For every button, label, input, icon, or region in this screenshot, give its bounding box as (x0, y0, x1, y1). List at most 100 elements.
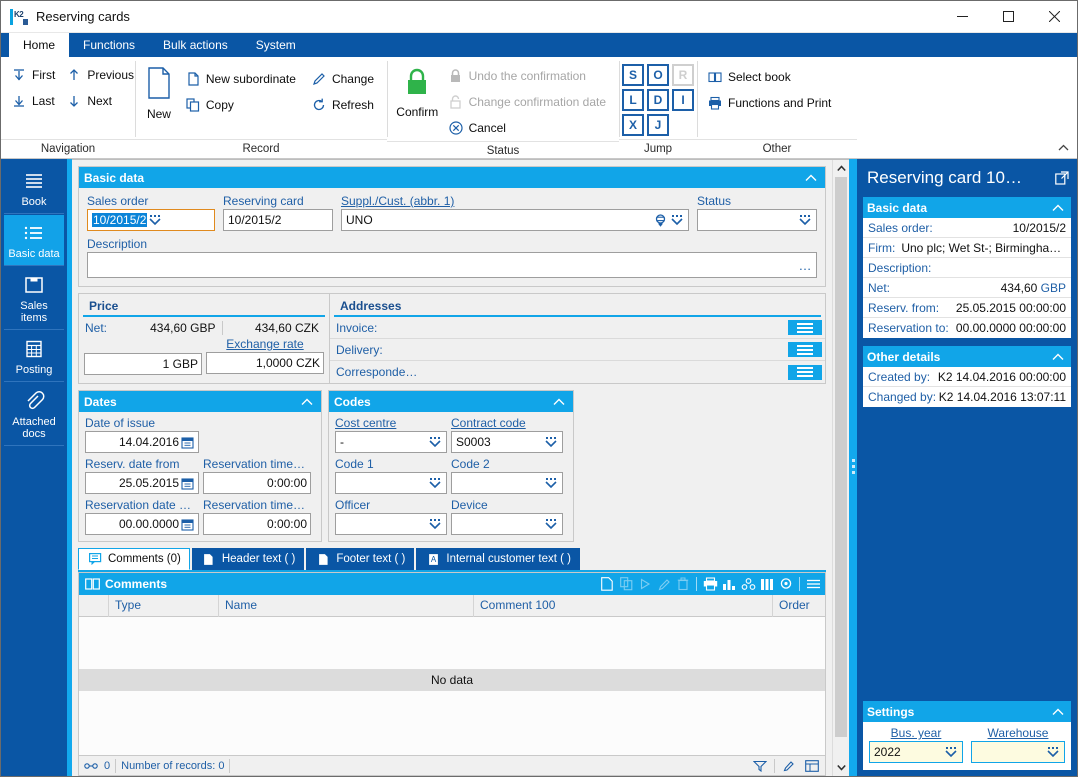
chevron-down-icon[interactable] (1045, 744, 1061, 760)
bus-year-input[interactable]: 2022 (869, 741, 963, 763)
tab-footer-text[interactable]: Footer text ( ) (306, 548, 415, 570)
exchange-rate-input[interactable]: 1,0000 CZK (206, 352, 324, 374)
sidebar-item-basic-data[interactable]: Basic data (4, 215, 64, 266)
first-button[interactable]: First (8, 62, 61, 88)
right-basic-data-header[interactable]: Basic data (863, 197, 1071, 218)
column-header-order[interactable]: Order (773, 595, 825, 617)
device-input[interactable] (451, 513, 563, 535)
code2-input[interactable] (451, 472, 563, 494)
new-subordinate-button[interactable]: New subordinate (182, 66, 302, 92)
ribbon-collapse-button[interactable] (1055, 140, 1071, 156)
cost-centre-input[interactable]: - (335, 431, 447, 453)
cancel-button[interactable]: Cancel (445, 115, 612, 141)
comments-grid-body[interactable]: No data (79, 617, 825, 755)
ribbon-tab-system[interactable]: System (242, 33, 310, 57)
chevron-down-icon[interactable] (427, 434, 443, 450)
scroll-thumb[interactable] (835, 177, 847, 737)
menu-icon[interactable] (804, 575, 822, 593)
previous-button[interactable]: Previous (63, 62, 140, 88)
reservation-time-from-input[interactable]: 0:00:00 (203, 472, 311, 494)
maximize-button[interactable] (985, 1, 1031, 33)
next-button[interactable]: Next (63, 88, 140, 114)
chevron-up-icon[interactable] (550, 393, 568, 411)
supplier-input[interactable]: UNO (341, 209, 689, 231)
sidebar-item-book[interactable]: Book (4, 163, 64, 214)
calendar-icon[interactable] (179, 434, 195, 450)
change-button[interactable]: Change (308, 66, 380, 92)
status-input[interactable] (697, 209, 817, 231)
scroll-track[interactable] (833, 177, 849, 759)
jump-button-j[interactable]: J (647, 114, 669, 136)
date-of-issue-input[interactable]: 14.04.2016 (85, 431, 199, 453)
calendar-icon[interactable] (179, 516, 195, 532)
new-record-icon[interactable] (598, 575, 616, 593)
chevron-down-icon[interactable] (543, 516, 559, 532)
chevron-down-icon[interactable] (427, 475, 443, 491)
undo-confirmation-button[interactable]: Undo the confirmation (445, 63, 612, 89)
chevron-up-icon[interactable] (1049, 199, 1067, 217)
warehouse-input[interactable] (971, 741, 1065, 763)
jump-button-r[interactable]: R (672, 64, 694, 86)
scroll-up-button[interactable] (833, 160, 849, 177)
jump-button-d[interactable]: D (647, 89, 669, 111)
chevron-down-icon[interactable] (147, 212, 163, 228)
right-splitter[interactable] (849, 159, 857, 776)
column-header-comment-100[interactable]: Comment 100 (474, 594, 773, 617)
column-header-type[interactable]: Type (109, 594, 219, 617)
scroll-down-button[interactable] (833, 759, 849, 776)
chevron-up-icon[interactable] (298, 393, 316, 411)
last-button[interactable]: Last (8, 88, 61, 114)
right-settings-header[interactable]: Settings (863, 701, 1071, 722)
reserv-date-from-input[interactable]: 25.05.2015 (85, 472, 199, 494)
columns-icon[interactable] (758, 575, 776, 593)
print-icon[interactable] (701, 575, 719, 593)
delete-icon[interactable] (674, 575, 692, 593)
address-delivery-button[interactable] (788, 342, 822, 357)
jump-button-x[interactable]: X (622, 114, 644, 136)
filter-icon[interactable] (751, 757, 769, 775)
ribbon-tab-home[interactable]: Home (9, 33, 70, 57)
jump-button-l[interactable]: L (622, 89, 644, 111)
tab-comments[interactable]: Comments (0) (78, 548, 190, 570)
officer-input[interactable] (335, 513, 447, 535)
select-book-button[interactable]: Select book (704, 64, 837, 90)
price-amount-input[interactable]: 1 GBP (84, 353, 202, 375)
open-external-icon[interactable] (1053, 169, 1071, 187)
chevron-down-icon[interactable] (669, 212, 685, 228)
reservation-time-to-input[interactable]: 0:00:00 (203, 513, 311, 535)
run-icon[interactable] (636, 575, 654, 593)
calendar-icon[interactable] (179, 475, 195, 491)
column-header-name[interactable]: Name (219, 594, 474, 617)
refresh-button[interactable]: Refresh (308, 92, 380, 118)
chart-icon[interactable] (720, 575, 738, 593)
codes-panel-header[interactable]: Codes (329, 391, 573, 412)
code1-input[interactable] (335, 472, 447, 494)
basic-data-panel-header[interactable]: Basic data (79, 167, 825, 188)
grid-edit-icon[interactable] (780, 757, 798, 775)
pivot-icon[interactable] (739, 575, 757, 593)
reserving-card-input[interactable]: 10/2015/2 (223, 209, 333, 231)
chevron-down-icon[interactable] (543, 434, 559, 450)
chevron-up-icon[interactable] (802, 169, 820, 187)
sales-order-input[interactable]: 10/2015/2 (87, 209, 215, 231)
sidebar-item-posting[interactable]: Posting (4, 331, 64, 382)
jump-button-s[interactable]: S (622, 64, 644, 86)
functions-and-print-button[interactable]: Functions and Print (704, 90, 837, 116)
contract-code-input[interactable]: S0003 (451, 431, 563, 453)
tab-internal-customer-text[interactable]: A Internal customer text ( ) (416, 548, 581, 570)
new-button[interactable]: New (142, 62, 176, 121)
main-vertical-scrollbar[interactable] (832, 160, 849, 776)
right-other-details-header[interactable]: Other details (863, 346, 1071, 367)
chevron-up-icon[interactable] (1049, 348, 1067, 366)
address-correspondence-button[interactable] (788, 364, 822, 380)
chevron-up-icon[interactable] (1049, 703, 1067, 721)
description-input[interactable]: … (87, 252, 817, 278)
close-button[interactable] (1031, 1, 1077, 33)
minimize-button[interactable] (939, 1, 985, 33)
reservation-date-to-input[interactable]: 00.00.0000 (85, 513, 199, 535)
jump-button-o[interactable]: O (647, 64, 669, 86)
grid-layout-icon[interactable] (803, 757, 821, 775)
ribbon-tab-bulk-actions[interactable]: Bulk actions (149, 33, 242, 57)
settings-icon[interactable] (777, 575, 795, 593)
chevron-down-icon[interactable] (797, 212, 813, 228)
